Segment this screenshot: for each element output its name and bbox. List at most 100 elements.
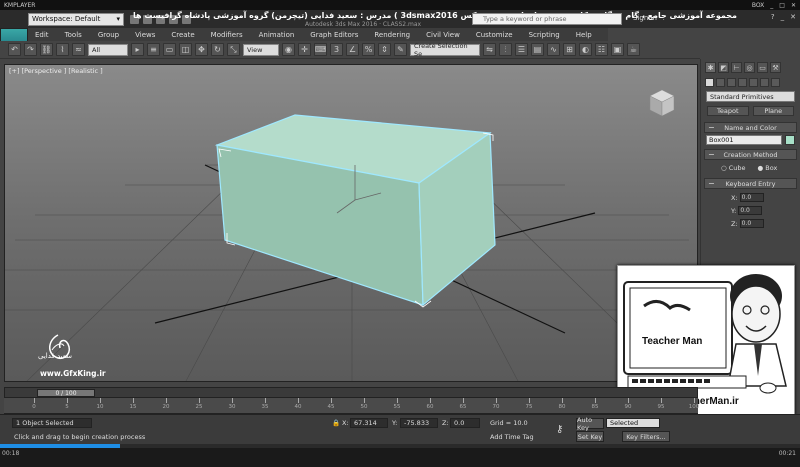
key-filters-button[interactable]: Key Filters... (622, 431, 670, 442)
layer-manager-icon[interactable]: ☰ (515, 43, 528, 56)
create-tab-icon[interactable]: ✱ (705, 62, 716, 73)
graphite-tools-icon[interactable]: ▤ (531, 43, 544, 56)
schematic-view-icon[interactable]: ⊞ (563, 43, 576, 56)
workspace-select[interactable]: Workspace: Default ▾ (28, 12, 124, 26)
named-selection-set-select[interactable]: Create Selection Se (410, 42, 480, 58)
shapes-icon[interactable] (716, 78, 725, 87)
plane-button[interactable]: Plane (752, 106, 794, 116)
viewport-label[interactable]: [+] [Perspective ] [Realistic ] (9, 67, 103, 75)
object-color-swatch[interactable] (785, 135, 795, 145)
search-input[interactable]: Type a keyword or phrase (472, 13, 622, 25)
utilities-tab-icon[interactable]: ⚒ (770, 62, 781, 73)
z-coord-field[interactable]: 0.0 (450, 418, 480, 428)
menu-civil-view[interactable]: Civil View (426, 31, 460, 39)
helpers-icon[interactable] (749, 78, 758, 87)
select-manipulate-icon[interactable]: ✛ (298, 43, 311, 56)
edit-named-selection-icon[interactable]: ✎ (394, 43, 407, 56)
menu-graph-editors[interactable]: Graph Editors (310, 31, 358, 39)
rendered-frame-icon[interactable]: ▣ (611, 43, 624, 56)
set-key-button[interactable]: Set Key (576, 431, 604, 442)
lights-icon[interactable] (727, 78, 736, 87)
perspective-viewport[interactable]: [+] [Perspective ] [Realistic ] (4, 64, 698, 382)
minimize-icon[interactable]: _ (781, 13, 785, 21)
menu-animation[interactable]: Animation (259, 31, 295, 39)
pivot-center-icon[interactable]: ◉ (282, 43, 295, 56)
modify-tab-icon[interactable]: ◩ (718, 62, 729, 73)
auto-key-button[interactable]: Auto Key (576, 416, 604, 432)
snap-toggle-icon[interactable]: 3 (330, 43, 343, 56)
add-time-tag[interactable]: Add Time Tag (490, 433, 534, 441)
cameras-icon[interactable] (738, 78, 747, 87)
link-icon[interactable]: ⛓ (40, 43, 53, 56)
undo-icon[interactable]: ↶ (8, 43, 21, 56)
box-radio[interactable]: ● Box (758, 164, 778, 172)
lock-selection-icon[interactable]: 🔒 (332, 419, 340, 427)
systems-icon[interactable] (771, 78, 780, 87)
time-slider-track[interactable]: 0 / 100 (4, 387, 698, 398)
menu-edit[interactable]: Edit (35, 31, 49, 39)
menu-modifiers[interactable]: Modifiers (211, 31, 243, 39)
motion-tab-icon[interactable]: ◎ (744, 62, 755, 73)
unlink-icon[interactable]: ⌇ (56, 43, 69, 56)
grid-size: Grid = 10.0 (490, 419, 528, 427)
menu-customize[interactable]: Customize (476, 31, 513, 39)
select-by-name-icon[interactable]: ≡ (147, 43, 160, 56)
keyboard-entry-rollout[interactable]: Keyboard Entry (704, 178, 797, 189)
scale-icon[interactable]: ⤡ (227, 43, 240, 56)
kb-x-field[interactable]: 0.0 (739, 193, 764, 202)
geometry-icon[interactable] (705, 78, 714, 87)
maximize-icon[interactable]: □ (779, 2, 785, 9)
menu-help[interactable]: Help (576, 31, 592, 39)
help-icon[interactable]: ? (771, 13, 775, 21)
mirror-icon[interactable]: ⇋ (483, 43, 496, 56)
curve-editor-icon[interactable]: ∿ (547, 43, 560, 56)
move-icon[interactable]: ✥ (195, 43, 208, 56)
kb-z-field[interactable]: 0.0 (739, 219, 764, 228)
align-icon[interactable]: ⫶ (499, 43, 512, 56)
object-category-select[interactable]: Standard Primitives (706, 91, 795, 102)
percent-snap-icon[interactable]: % (362, 43, 375, 56)
kb-y-field[interactable]: 0.0 (738, 206, 763, 215)
spinner-snap-icon[interactable]: ⇕ (378, 43, 391, 56)
name-color-rollout[interactable]: Name and Color (704, 122, 797, 133)
keyboard-shortcut-icon[interactable]: ⌨ (314, 43, 327, 56)
angle-snap-icon[interactable]: ∠ (346, 43, 359, 56)
view-cube[interactable] (649, 89, 675, 117)
redo-icon[interactable]: ↷ (24, 43, 37, 56)
menu-scripting[interactable]: Scripting (529, 31, 560, 39)
cube-radio[interactable]: ○ Cube (721, 164, 746, 172)
display-tab-icon[interactable]: ▭ (757, 62, 768, 73)
menu-rendering[interactable]: Rendering (374, 31, 410, 39)
track-bar[interactable]: 0 5 10 15 20 25 30 35 40 45 50 55 60 65 70 75 80 85 90 95 10… (4, 398, 699, 414)
close-icon[interactable]: ✕ (790, 13, 796, 21)
teapot-button[interactable]: Teapot (707, 106, 749, 116)
close-icon[interactable]: ✕ (791, 2, 796, 9)
sign-in-link[interactable]: Sign In (633, 14, 657, 22)
hierarchy-tab-icon[interactable]: ⊢ (731, 62, 742, 73)
reference-coord-select[interactable]: View (243, 43, 279, 56)
object-name-field[interactable]: Box001 (706, 135, 783, 145)
material-editor-icon[interactable]: ◐ (579, 43, 592, 56)
select-object-icon[interactable]: ▸ (131, 43, 144, 56)
playback-progress[interactable] (0, 444, 800, 448)
minimize-icon[interactable]: _ (770, 2, 773, 9)
render-production-icon[interactable]: ☕ (627, 43, 640, 56)
key-mode-select[interactable]: Selected (606, 418, 660, 428)
menu-create[interactable]: Create (171, 31, 194, 39)
timeline-tick-label: 90 (624, 404, 632, 410)
window-crossing-icon[interactable]: ◫ (179, 43, 192, 56)
rect-selection-icon[interactable]: ▭ (163, 43, 176, 56)
rotate-icon[interactable]: ↻ (211, 43, 224, 56)
space-warps-icon[interactable] (760, 78, 769, 87)
selection-filter-select[interactable]: All (88, 43, 128, 56)
menu-tools[interactable]: Tools (65, 31, 82, 39)
menu-views[interactable]: Views (135, 31, 155, 39)
creation-method-rollout[interactable]: Creation Method (704, 149, 797, 160)
y-coord-field[interactable]: -75.833 (400, 418, 438, 428)
render-setup-icon[interactable]: ☷ (595, 43, 608, 56)
x-coord-field[interactable]: 67.314 (350, 418, 388, 428)
bind-space-warp-icon[interactable]: ≈ (72, 43, 85, 56)
menu-group[interactable]: Group (98, 31, 119, 39)
box-object[interactable] (214, 114, 496, 308)
time-slider[interactable]: 0 / 100 (37, 389, 95, 397)
